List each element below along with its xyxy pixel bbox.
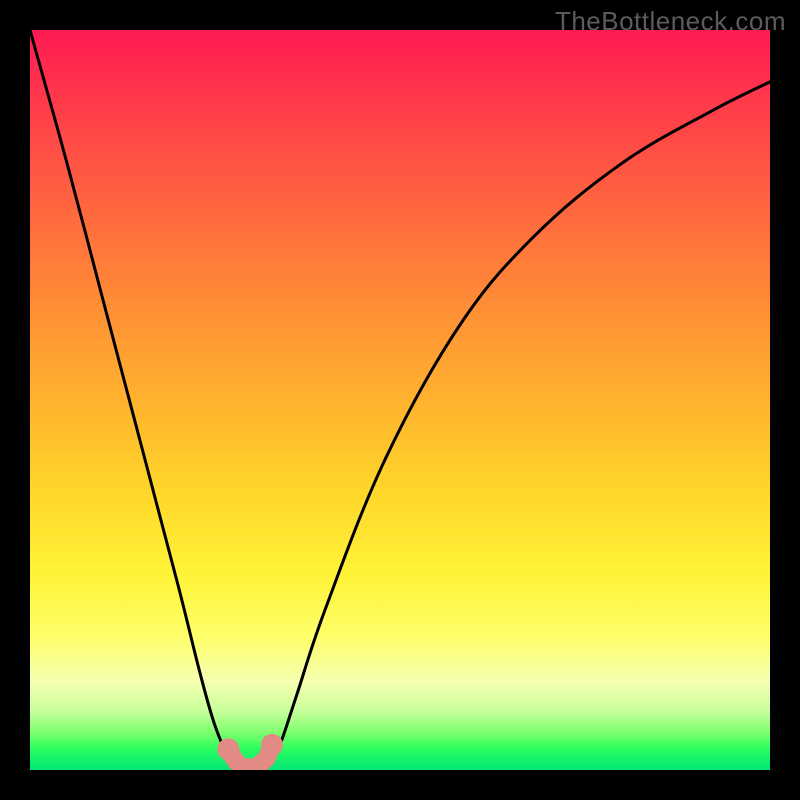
curve-layer [30, 30, 770, 770]
bottleneck-curve-path [30, 30, 770, 770]
plot-area [30, 30, 770, 770]
recommended-range-markers [217, 734, 283, 768]
recommended-range-endpoint [217, 738, 239, 760]
watermark-text: TheBottleneck.com [555, 6, 786, 37]
chart-frame: TheBottleneck.com [0, 0, 800, 800]
recommended-range-endpoint [261, 734, 283, 756]
bottleneck-curve [30, 30, 770, 770]
